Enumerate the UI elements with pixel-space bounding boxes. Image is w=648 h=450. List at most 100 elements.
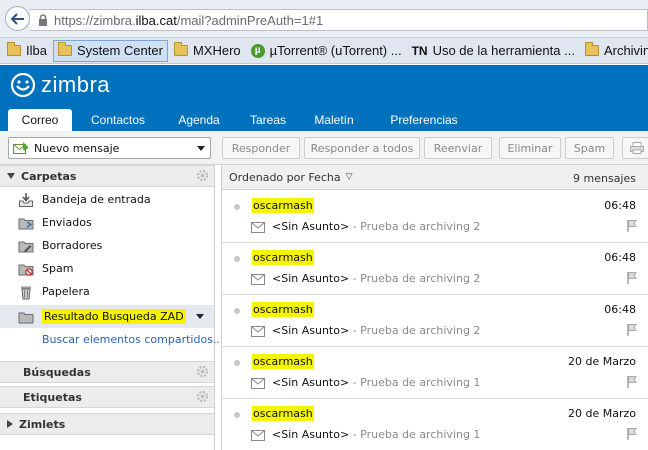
folder-spam[interactable]: Spam: [0, 257, 214, 280]
trash-icon: [18, 284, 34, 300]
list-header[interactable]: Ordenado por Fecha ▽ 9 mensajes: [222, 165, 648, 190]
tab-maletin[interactable]: Maletín: [305, 109, 363, 131]
message-sender: oscarmash: [252, 354, 314, 369]
folder-trash[interactable]: Papelera: [0, 280, 214, 303]
message-row[interactable]: oscarmash 06:48 <Sin Asunto> - Prueba de…: [222, 191, 648, 243]
folder-resultado-busqueda[interactable]: Resultado Busqueda ZAD: [0, 305, 214, 328]
tab-preferencias[interactable]: Preferencias: [378, 109, 470, 131]
message-subject: <Sin Asunto> - Prueba de archiving 1: [272, 428, 481, 441]
folder-drafts[interactable]: Borradores: [0, 234, 214, 257]
zimbra-logo[interactable]: zimbra: [10, 72, 110, 98]
message-sender: oscarmash: [252, 406, 314, 421]
drafts-icon: [18, 238, 34, 254]
envelope-icon: [251, 430, 265, 441]
message-sender: oscarmash: [252, 250, 314, 265]
message-date: 20 de Marzo: [568, 407, 636, 420]
forward-button[interactable]: Reenviar: [424, 137, 492, 159]
folders-header[interactable]: Carpetas: [0, 165, 214, 187]
message-list: Ordenado por Fecha ▽ 9 mensajes oscarmas…: [221, 165, 648, 450]
bookmark-ilba[interactable]: Ilba: [3, 40, 51, 62]
sort-label: Ordenado por Fecha: [229, 170, 341, 184]
tags-header[interactable]: Etiquetas: [0, 386, 214, 408]
message-date: 20 de Marzo: [568, 355, 636, 368]
inbox-icon: [18, 192, 34, 208]
message-date: 06:48: [604, 303, 636, 316]
message-subject: <Sin Asunto> - Prueba de archiving 1: [272, 376, 481, 389]
gear-icon[interactable]: [196, 390, 209, 403]
message-count: 9 mensajes: [573, 172, 636, 185]
tab-tareas[interactable]: Tareas: [240, 109, 296, 131]
app-tabs: Correo Contactos Agenda Tareas Maletín P…: [0, 105, 648, 131]
tn-icon: TN: [411, 43, 428, 58]
expand-triangle-icon: [7, 420, 13, 428]
folder-icon: [584, 42, 599, 56]
gear-icon[interactable]: [196, 365, 209, 378]
message-subject: <Sin Asunto> - Prueba de archiving 2: [272, 220, 481, 233]
searches-header[interactable]: Búsquedas: [0, 361, 214, 383]
flag-icon[interactable]: [627, 375, 637, 388]
message-sender: oscarmash: [252, 302, 314, 317]
bookmark-archiving[interactable]: Archiving: [581, 40, 648, 62]
print-button[interactable]: [622, 137, 648, 159]
zimlets-header[interactable]: Zimlets: [0, 413, 214, 435]
envelope-icon: [251, 326, 265, 337]
bookmark-system-center[interactable]: System Center: [52, 39, 168, 62]
browser-address-bar: https://zimbra.ilba.cat/mail?adminPreAut…: [0, 0, 648, 38]
unread-dot-icon[interactable]: [234, 308, 240, 314]
chevron-down-icon[interactable]: [196, 314, 204, 319]
envelope-icon: [251, 222, 265, 233]
message-date: 06:48: [604, 251, 636, 264]
envelope-icon: [251, 274, 265, 285]
url-field[interactable]: https://zimbra.ilba.cat/mail?adminPreAut…: [30, 9, 648, 31]
message-row[interactable]: oscarmash 06:48 <Sin Asunto> - Prueba de…: [222, 295, 648, 347]
unread-dot-icon[interactable]: [234, 412, 240, 418]
tab-correo[interactable]: Correo: [8, 109, 72, 131]
new-message-button[interactable]: Nuevo mensaje: [8, 137, 211, 159]
envelope-icon: [251, 378, 265, 389]
bookmarks-bar: Ilba System Center MXHero µ µTorrent® (u…: [0, 38, 648, 64]
folder-sidebar: Carpetas Bandeja de entrada Enviados Bor…: [0, 165, 223, 450]
back-button[interactable]: [5, 6, 30, 31]
flag-icon[interactable]: [627, 427, 637, 440]
gear-icon[interactable]: [196, 169, 209, 182]
unread-dot-icon[interactable]: [234, 256, 240, 262]
spam-icon: [18, 261, 34, 277]
message-row[interactable]: oscarmash 20 de Marzo <Sin Asunto> - Pru…: [222, 399, 648, 450]
tab-contactos[interactable]: Contactos: [80, 109, 156, 131]
flag-icon[interactable]: [627, 219, 637, 232]
app-header: zimbra: [0, 65, 648, 105]
folder-inbox[interactable]: Bandeja de entrada: [0, 188, 214, 211]
message-row[interactable]: oscarmash 20 de Marzo <Sin Asunto> - Pru…: [222, 347, 648, 399]
message-subject: <Sin Asunto> - Prueba de archiving 2: [272, 272, 481, 285]
bookmark-mxhero[interactable]: MXHero: [170, 40, 245, 62]
message-sender: oscarmash: [252, 198, 314, 213]
collapse-triangle-icon: [7, 173, 15, 179]
flag-icon[interactable]: [627, 323, 637, 336]
find-shares-link[interactable]: Buscar elementos compartidos...: [42, 333, 223, 346]
message-row[interactable]: oscarmash 06:48 <Sin Asunto> - Prueba de…: [222, 243, 648, 295]
unread-dot-icon[interactable]: [234, 360, 240, 366]
new-message-icon: [13, 141, 29, 154]
lock-icon: [39, 14, 47, 26]
folder-icon: [173, 42, 188, 56]
reply-button[interactable]: Responder: [222, 137, 300, 159]
unread-dot-icon[interactable]: [234, 204, 240, 210]
folder-icon: [57, 42, 72, 56]
logo-text: zimbra: [41, 72, 111, 97]
chevron-down-icon[interactable]: [197, 146, 205, 151]
bookmark-uso-herramienta[interactable]: TN Uso de la herramienta ...: [408, 40, 579, 62]
mail-toolbar: Nuevo mensaje Responder Responder a todo…: [0, 131, 648, 165]
utorrent-icon: µ: [250, 43, 265, 58]
tab-agenda[interactable]: Agenda: [168, 109, 230, 131]
folder-sent[interactable]: Enviados: [0, 211, 214, 234]
reply-all-button[interactable]: Responder a todos: [304, 137, 420, 159]
bookmark-utorrent[interactable]: µ µTorrent® (uTorrent) ...: [247, 40, 406, 62]
print-icon: [630, 142, 644, 154]
folder-icon: [18, 309, 34, 325]
sort-indicator-icon[interactable]: ▽: [346, 172, 353, 182]
delete-button[interactable]: Eliminar: [499, 137, 561, 159]
spam-button[interactable]: Spam: [565, 137, 614, 159]
flag-icon[interactable]: [627, 271, 637, 284]
folder-icon: [7, 42, 21, 56]
message-date: 06:48: [604, 199, 636, 212]
